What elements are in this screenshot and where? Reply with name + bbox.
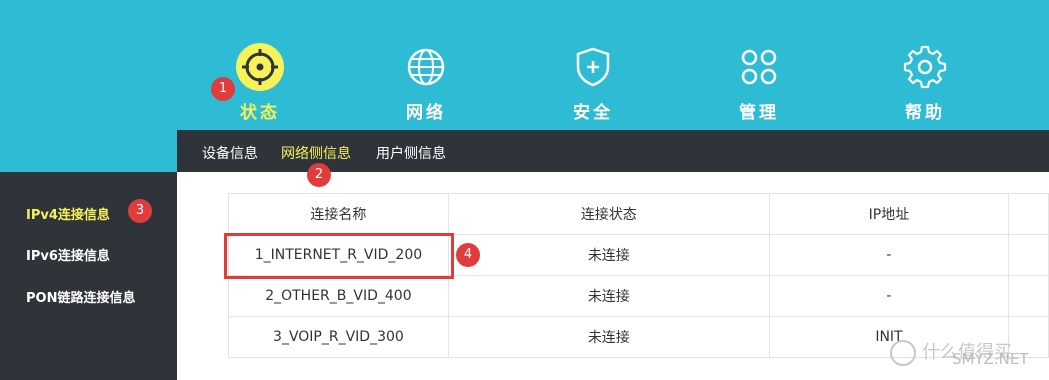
nav-help-label: 帮助 — [905, 103, 945, 123]
sidebar-item-ipv4[interactable]: IPv4连接信息 — [26, 204, 110, 223]
globe-icon — [407, 48, 445, 86]
sidebar-item-pon[interactable]: PON链路连接信息 — [26, 287, 135, 306]
cell-ip-address: - — [768, 275, 1010, 317]
cell-connection-name: 3_VOIP_R_VID_300 — [228, 316, 449, 358]
watermark: 什么值得买 SMYZ.NET — [890, 338, 1029, 368]
manage-grid-icon — [741, 49, 777, 85]
nav-network-label: 网络 — [406, 103, 446, 123]
subnav-network-info[interactable]: 网络侧信息 — [281, 143, 351, 163]
cell-extra — [1008, 234, 1049, 276]
watermark-logo-icon — [890, 340, 916, 366]
annotation-badge-2: 2 — [307, 163, 331, 187]
table-header-row: 连接名称 连接状态 IP地址 — [228, 193, 1049, 235]
watermark-site: SMYZ.NET — [952, 350, 1029, 368]
annotation-badge-3: 3 — [128, 199, 152, 223]
sidebar-header-spacer — [0, 130, 177, 172]
header-ip-address: IP地址 — [768, 193, 1010, 235]
cell-connection-status: 未连接 — [447, 275, 770, 317]
subnav-device-info[interactable]: 设备信息 — [202, 143, 258, 163]
header-extra — [1008, 193, 1049, 235]
cell-connection-name: 2_OTHER_B_VID_400 — [228, 275, 449, 317]
cell-ip-address: - — [768, 234, 1010, 276]
gear-icon — [903, 45, 947, 89]
shield-plus-icon — [576, 47, 610, 87]
highlight-box — [224, 233, 454, 279]
nav-manage-label: 管理 — [739, 103, 779, 123]
header-connection-status: 连接状态 — [447, 193, 770, 235]
annotation-badge-4: 4 — [456, 243, 480, 267]
top-navigation-bar: 状态 网络 安全 管理 帮助 — [0, 0, 1049, 130]
cell-connection-status: 未连接 — [447, 316, 770, 358]
sub-navigation-bar: 设备信息 网络侧信息 用户侧信息 — [177, 130, 1049, 172]
nav-security-label: 安全 — [573, 103, 613, 123]
table-row: 2_OTHER_B_VID_400 未连接 - — [228, 275, 1049, 317]
cell-extra — [1008, 275, 1049, 317]
subnav-user-info[interactable]: 用户侧信息 — [376, 143, 446, 163]
sidebar-item-ipv6[interactable]: IPv6连接信息 — [26, 245, 110, 264]
cell-connection-status: 未连接 — [447, 234, 770, 276]
header-connection-name: 连接名称 — [228, 193, 449, 235]
status-target-icon — [236, 43, 284, 91]
nav-status-label: 状态 — [240, 103, 280, 123]
sidebar: IPv4连接信息 IPv6连接信息 PON链路连接信息 — [0, 172, 177, 380]
annotation-badge-1: 1 — [211, 77, 235, 101]
